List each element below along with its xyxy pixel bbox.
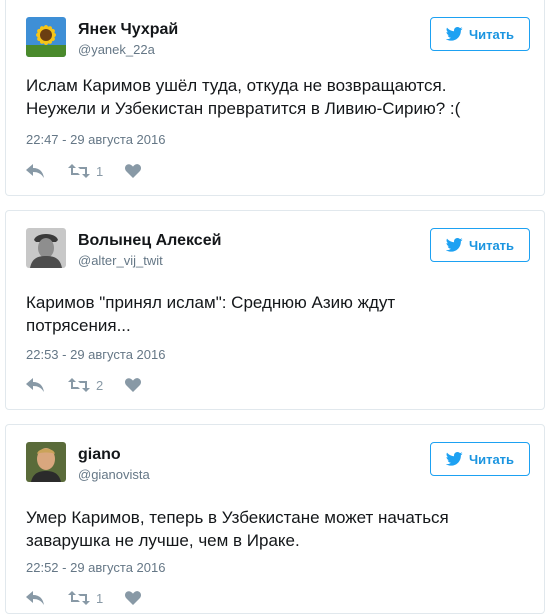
follow-button[interactable]: Читать <box>430 442 530 476</box>
reply-button[interactable] <box>26 164 44 178</box>
tweet-text-line: Ислам Каримов ушёл туда, откуда не возвр… <box>26 76 447 95</box>
reply-icon <box>26 591 44 605</box>
reply-icon <box>26 378 44 392</box>
tweet-card: Волынец Алексей @alter_vij_twit Читать К… <box>5 210 545 410</box>
retweet-button[interactable]: 1 <box>68 164 103 179</box>
tweet-text-line: Неужели и Узбекистан превратится в Ливию… <box>26 99 461 118</box>
heart-icon <box>125 164 142 178</box>
follow-label: Читать <box>468 26 515 42</box>
tweet-card: Янек Чухрай @yanek_22a Читать Ислам Кари… <box>5 0 545 196</box>
like-button[interactable] <box>125 164 142 178</box>
twitter-bird-icon <box>445 452 463 466</box>
soldier-portrait-icon <box>26 228 66 268</box>
timestamp[interactable]: 22:52 - 29 августа 2016 <box>26 560 165 576</box>
tweet-text: Ислам Каримов ушёл туда, откуда не возвр… <box>26 74 531 120</box>
avatar[interactable] <box>26 17 66 57</box>
follow-button[interactable]: Читать <box>430 17 530 51</box>
author-handle[interactable]: @gianovista <box>78 467 150 483</box>
sunflower-icon <box>26 17 66 57</box>
avatar[interactable] <box>26 442 66 482</box>
twitter-bird-icon <box>445 27 463 41</box>
retweet-count: 2 <box>96 377 104 393</box>
twitter-bird-icon <box>445 238 463 252</box>
author-name[interactable]: Волынец Алексей <box>78 231 221 251</box>
retweet-icon <box>68 378 90 392</box>
retweet-button[interactable]: 2 <box>68 378 103 393</box>
like-button[interactable] <box>125 591 142 605</box>
retweet-count: 1 <box>96 590 104 606</box>
tweet-text-line: Каримов "принял ислам": Среднюю Азию жду… <box>26 293 396 312</box>
tweet-text-line: заварушка не лучше, чем в Ираке. <box>26 531 300 550</box>
man-photo-icon <box>26 442 66 482</box>
tweet-text-line: потрясения... <box>26 316 131 335</box>
author-handle[interactable]: @alter_vij_twit <box>78 253 163 269</box>
reply-button[interactable] <box>26 378 44 392</box>
tweet-card: giano @gianovista Читать Умер Каримов, т… <box>5 424 545 614</box>
author-name[interactable]: Янек Чухрай <box>78 20 178 40</box>
author-name[interactable]: giano <box>78 445 121 465</box>
heart-icon <box>125 591 142 605</box>
tweet-actions: 2 <box>26 375 142 395</box>
heart-icon <box>125 378 142 392</box>
reply-icon <box>26 164 44 178</box>
reply-button[interactable] <box>26 591 44 605</box>
tweet-text: Умер Каримов, теперь в Узбекистане может… <box>26 506 531 552</box>
tweet-actions: 1 <box>26 161 142 181</box>
timestamp[interactable]: 22:53 - 29 августа 2016 <box>26 347 165 363</box>
retweet-icon <box>68 164 90 178</box>
tweet-text: Каримов "принял ислам": Среднюю Азию жду… <box>26 291 531 337</box>
follow-label: Читать <box>468 237 515 253</box>
tweet-text-line: Умер Каримов, теперь в Узбекистане может… <box>26 508 449 527</box>
retweet-count: 1 <box>96 163 104 179</box>
retweet-icon <box>68 591 90 605</box>
follow-label: Читать <box>468 451 515 467</box>
tweet-actions: 1 <box>26 588 142 608</box>
like-button[interactable] <box>125 378 142 392</box>
follow-button[interactable]: Читать <box>430 228 530 262</box>
author-handle[interactable]: @yanek_22a <box>78 42 155 58</box>
timestamp[interactable]: 22:47 - 29 августа 2016 <box>26 132 165 148</box>
retweet-button[interactable]: 1 <box>68 591 103 606</box>
avatar[interactable] <box>26 228 66 268</box>
